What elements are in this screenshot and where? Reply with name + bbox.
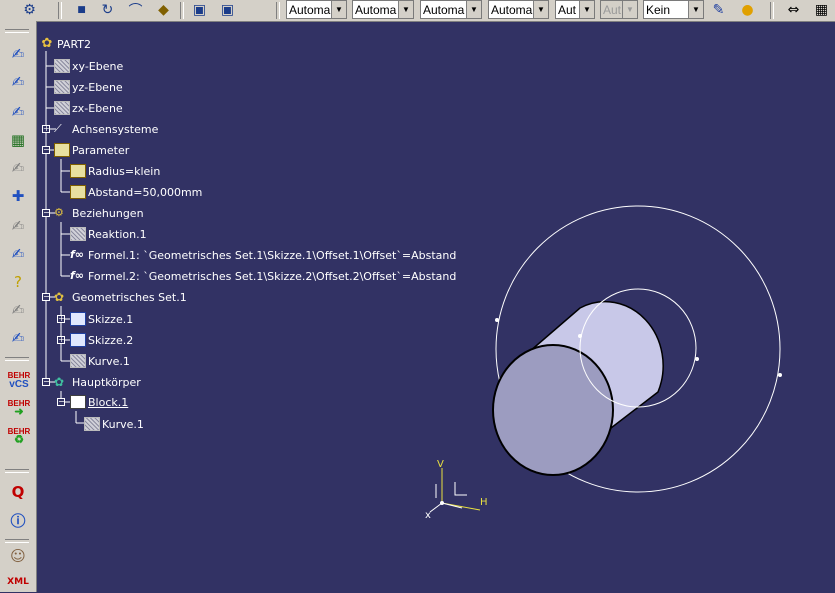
- axis-triad[interactable]: V H x: [425, 459, 488, 521]
- axis-label-v: V: [437, 459, 444, 470]
- 3d-viewport[interactable]: V H x: [0, 0, 835, 592]
- cylinder-face: [492, 344, 614, 476]
- cylinder-solid[interactable]: [492, 300, 664, 476]
- axis-label-x: x: [425, 510, 431, 521]
- curve-point: [695, 357, 699, 361]
- axis-label-h: H: [480, 497, 488, 508]
- curve-point: [495, 318, 499, 322]
- curve-point: [578, 334, 582, 338]
- curve-point: [778, 373, 782, 377]
